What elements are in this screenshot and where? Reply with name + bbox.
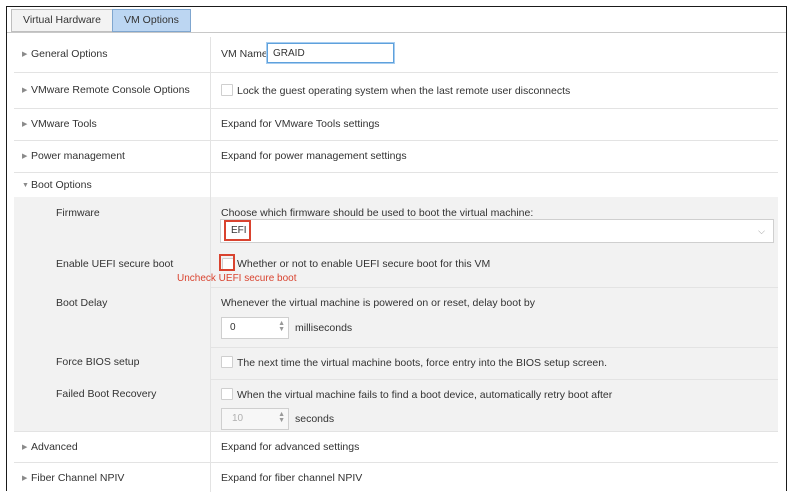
- tab-divider: [7, 32, 786, 33]
- tab-virtual-hardware[interactable]: Virtual Hardware: [11, 9, 114, 32]
- lock-guest-text: Lock the guest operating system when the…: [237, 85, 571, 97]
- boot-options-label: Boot Options: [31, 179, 92, 191]
- boot-options-toggle[interactable]: ▼ Boot Options: [22, 179, 92, 191]
- force-bios-checkbox[interactable]: [221, 356, 233, 368]
- tab-vm-options[interactable]: VM Options: [112, 9, 191, 32]
- vmware-tools-hint: Expand for VMware Tools settings: [221, 118, 380, 130]
- general-options-toggle[interactable]: ▶ General Options: [22, 48, 107, 60]
- uefi-secure-boot-label: Enable UEFI secure boot: [56, 258, 174, 270]
- power-management-label: Power management: [31, 150, 125, 162]
- power-management-hint: Expand for power management settings: [221, 150, 407, 162]
- boot-delay-input[interactable]: 0 ▲ ▼: [221, 317, 289, 339]
- force-bios-option: The next time the virtual machine boots,…: [221, 356, 607, 369]
- row-power-management: ▶ Power management Expand for power manag…: [14, 140, 778, 173]
- force-bios-text: The next time the virtual machine boots,…: [237, 357, 608, 369]
- triangle-right-icon: ▶: [22, 444, 28, 451]
- vm-options-panel: Virtual Hardware VM Options ▶ General Opt…: [6, 6, 787, 492]
- row-general-options: ▶ General Options VM Name: GRAID: [14, 37, 778, 73]
- uefi-checkbox-highlight-box: [219, 254, 235, 271]
- triangle-right-icon: ▶: [22, 121, 28, 128]
- uefi-annotation: Uncheck UEFI secure boot: [177, 273, 297, 284]
- failed-boot-recovery-option: When the virtual machine fails to find a…: [221, 388, 612, 401]
- lock-guest-option: Lock the guest operating system when the…: [221, 84, 570, 97]
- vm-name-label: VM Name:: [221, 48, 271, 60]
- triangle-right-icon: ▶: [22, 87, 28, 94]
- row-vmware-tools: ▶ VMware Tools Expand for VMware Tools se…: [14, 108, 778, 141]
- lock-guest-checkbox[interactable]: [221, 84, 233, 96]
- tab-bar: Virtual Hardware VM Options: [11, 9, 191, 32]
- triangle-right-icon: ▶: [22, 475, 28, 482]
- triangle-down-icon: ▼: [22, 182, 29, 189]
- firmware-description: Choose which firmware should be used to …: [221, 207, 534, 219]
- advanced-toggle[interactable]: ▶ Advanced: [22, 441, 78, 453]
- failed-boot-recovery-checkbox[interactable]: [221, 388, 233, 400]
- retry-delay-value: 10: [232, 413, 244, 424]
- vmrc-options-label: VMware Remote Console Options: [31, 84, 190, 96]
- vm-name-input[interactable]: GRAID: [267, 43, 394, 63]
- triangle-right-icon: ▶: [22, 51, 28, 58]
- fiber-channel-toggle[interactable]: ▶ Fiber Channel NPIV: [22, 472, 124, 484]
- triangle-right-icon: ▶: [22, 153, 28, 160]
- failed-boot-recovery-text: When the virtual machine fails to find a…: [237, 389, 613, 401]
- force-bios-label: Force BIOS setup: [56, 356, 140, 368]
- row-boot-options: ▼ Boot Options: [14, 172, 778, 198]
- retry-delay-input[interactable]: 10 ▲ ▼: [221, 408, 289, 430]
- boot-delay-unit: milliseconds: [295, 322, 353, 334]
- failed-boot-recovery-label: Failed Boot Recovery: [56, 388, 157, 400]
- power-management-toggle[interactable]: ▶ Power management: [22, 150, 125, 162]
- spinner-arrows-icon[interactable]: ▲ ▼: [278, 320, 285, 333]
- firmware-select[interactable]: EFI ⌵: [220, 219, 774, 243]
- retry-delay-unit: seconds: [295, 413, 335, 425]
- uefi-secure-boot-text: Whether or not to enable UEFI secure boo…: [237, 258, 491, 270]
- general-options-label: General Options: [31, 48, 108, 60]
- fiber-channel-hint: Expand for fiber channel NPIV: [221, 472, 363, 484]
- firmware-highlight-box: [224, 220, 251, 241]
- boot-delay-value: 0: [230, 322, 236, 333]
- row-advanced: ▶ Advanced Expand for advanced settings: [14, 431, 778, 463]
- advanced-label: Advanced: [31, 441, 78, 453]
- vmware-tools-label: VMware Tools: [31, 118, 97, 130]
- vmrc-options-toggle[interactable]: ▶ VMware Remote Console Options: [22, 84, 190, 96]
- vmware-tools-toggle[interactable]: ▶ VMware Tools: [22, 118, 97, 130]
- chevron-down-icon: ⌵: [758, 226, 765, 236]
- boot-delay-description: Whenever the virtual machine is powered …: [221, 297, 536, 309]
- spinner-arrows-icon[interactable]: ▲ ▼: [278, 411, 285, 424]
- advanced-hint: Expand for advanced settings: [221, 441, 360, 453]
- fiber-channel-label: Fiber Channel NPIV: [31, 472, 125, 484]
- boot-delay-label: Boot Delay: [56, 297, 108, 309]
- row-fiber-channel-npiv: ▶ Fiber Channel NPIV Expand for fiber cha…: [14, 462, 778, 492]
- row-vmrc-options: ▶ VMware Remote Console Options Lock the …: [14, 72, 778, 109]
- firmware-label: Firmware: [56, 207, 100, 219]
